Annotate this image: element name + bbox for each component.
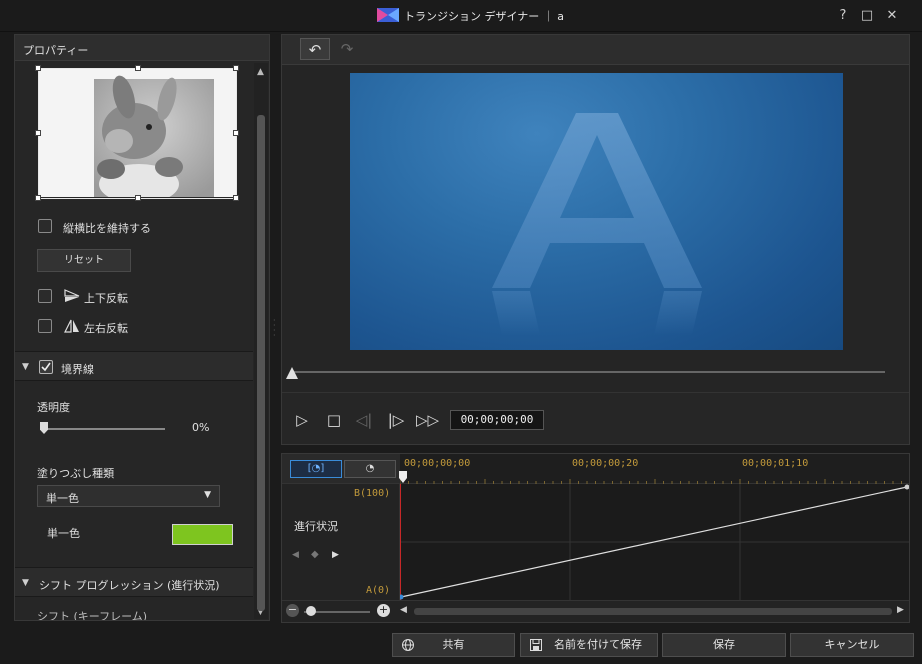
save-as-label: 名前を付けて保存: [554, 638, 642, 651]
tab-clock-selected[interactable]: [◔]: [290, 460, 342, 478]
keyframe-point-start[interactable]: [398, 594, 404, 600]
flip-vertical-checkbox[interactable]: [38, 289, 52, 303]
cancel-button[interactable]: キャンセル: [790, 633, 914, 657]
app-logo-icon: [377, 8, 399, 22]
playback-controls: ▷ □ ◁| |▷ ▷▷ 00;00;00;00: [282, 392, 909, 444]
flip-horizontal-checkbox[interactable]: [38, 319, 52, 333]
chevron-down-icon: ▼: [204, 490, 211, 500]
keyframe-track-header: [◔] ◔ B(100) 進行状況 ◀ ◆ ▶ A(0): [282, 454, 400, 600]
keep-aspect-label: 縦横比を維持する: [63, 222, 151, 235]
play-icon[interactable]: ▷: [292, 410, 312, 430]
resize-handle[interactable]: [233, 65, 239, 71]
opacity-label: 透明度: [37, 401, 70, 414]
single-color-label: 単一色: [47, 527, 80, 540]
scroll-left-icon[interactable]: ◀: [400, 605, 407, 615]
y-axis-bottom-label: A(0): [366, 585, 391, 596]
globe-icon: [402, 639, 414, 651]
progress-label: 進行状況: [294, 520, 338, 533]
window-title: トランジション デザイナー ｜ a: [404, 10, 565, 23]
ruler-tick-label: 00;00;01;10: [742, 458, 809, 469]
previous-keyframe-icon[interactable]: ◀: [292, 550, 299, 560]
preview-scrubber-track[interactable]: [292, 371, 885, 373]
resize-handle[interactable]: [135, 195, 141, 201]
fill-type-dropdown[interactable]: 単一色 ▼: [37, 485, 220, 507]
image-selection-frame[interactable]: [38, 68, 237, 199]
zoom-out-icon[interactable]: −: [286, 604, 299, 617]
opacity-value: 0%: [192, 421, 210, 434]
share-label: 共有: [442, 638, 465, 651]
save-button[interactable]: 保存: [662, 633, 786, 657]
ruler-tick-label: 00;00;00;20: [572, 458, 639, 469]
keyframe-point-end[interactable]: [904, 484, 910, 490]
border-section-label: 境界線: [61, 363, 94, 376]
redo-button[interactable]: ↷: [332, 38, 362, 60]
shift-section-header[interactable]: ▼ シフト プログレッション (進行状況): [15, 567, 253, 597]
flip-horizontal-icon: [64, 319, 79, 333]
properties-header: プロパティー: [15, 35, 269, 61]
undo-button[interactable]: ↶: [300, 38, 330, 60]
splitter-handle[interactable]: · · · ·: [273, 317, 277, 340]
resize-handle[interactable]: [233, 195, 239, 201]
flip-horizontal-label: 左右反転: [84, 322, 128, 335]
flip-vertical-icon: [64, 289, 80, 302]
shift-keyframe-label: シフト (キーフレーム): [37, 610, 148, 621]
properties-panel: プロパティー 縦横比を維持する リセット 上下反転 左右反転 ▼ 境界線 透明度…: [14, 34, 270, 621]
next-keyframe-icon[interactable]: ▶: [332, 550, 339, 560]
previous-frame-icon[interactable]: ◁|: [354, 410, 374, 430]
shift-section-label: シフト プログレッション (進行状況): [39, 579, 220, 592]
share-button[interactable]: 共有: [392, 633, 515, 657]
help-icon[interactable]: ?: [835, 8, 851, 24]
ruler-tick-label: 00;00;00;00: [404, 458, 471, 469]
fast-forward-icon[interactable]: ▷▷: [416, 410, 439, 430]
add-keyframe-icon[interactable]: ◆: [311, 549, 319, 560]
resize-handle[interactable]: [35, 195, 41, 201]
scroll-up-icon[interactable]: ▲: [257, 67, 264, 77]
opacity-slider-thumb[interactable]: [40, 422, 48, 434]
reset-button[interactable]: リセット: [37, 249, 131, 272]
zoom-slider-thumb[interactable]: [306, 606, 316, 616]
collapse-triangle-icon[interactable]: ▼: [22, 578, 29, 588]
resize-handle[interactable]: [135, 65, 141, 71]
scroll-right-icon[interactable]: ▶: [897, 605, 904, 615]
resize-handle[interactable]: [233, 130, 239, 136]
fill-type-label: 塗りつぶし種類: [37, 467, 115, 480]
opacity-slider-track[interactable]: [43, 428, 165, 430]
keyframe-zoom-bar: − + ◀ ▶: [282, 600, 909, 622]
preview-scrubber-thumb[interactable]: [286, 367, 298, 379]
maximize-icon[interactable]: □: [859, 8, 875, 24]
collapse-triangle-icon[interactable]: ▼: [22, 362, 29, 372]
color-swatch[interactable]: [172, 524, 233, 545]
save-as-button[interactable]: 名前を付けて保存: [520, 633, 658, 657]
keep-aspect-checkbox[interactable]: [38, 219, 52, 233]
flip-vertical-label: 上下反転: [84, 292, 128, 305]
keyframe-panel: [◔] ◔ B(100) 進行状況 ◀ ◆ ▶ A(0) 00;00;00;00…: [281, 453, 910, 623]
next-frame-icon[interactable]: |▷: [386, 410, 406, 430]
timeline-horizontal-scrollbar[interactable]: [414, 608, 892, 615]
preview-canvas: [350, 73, 843, 350]
keyframe-graph[interactable]: [398, 484, 910, 600]
timecode-display[interactable]: 00;00;00;00: [450, 410, 544, 430]
tab-clock[interactable]: ◔: [344, 460, 396, 478]
border-checkbox[interactable]: [39, 360, 53, 374]
time-ruler[interactable]: 00;00;00;00 00;00;00;20 00;00;01;10: [398, 454, 909, 484]
resize-handle[interactable]: [35, 130, 41, 136]
title-bar: トランジション デザイナー ｜ a ? □ ✕: [0, 0, 922, 32]
preview-panel: ↶ ↷ ▷ □ ◁| |▷ ▷▷ 00;00;00;00: [281, 34, 910, 445]
preview-toolbar: ↶ ↷: [282, 35, 909, 65]
scrollbar-thumb[interactable]: [257, 115, 265, 611]
preview-letter-graphic: [492, 113, 702, 335]
save-as-icon: [530, 639, 542, 651]
stop-icon[interactable]: □: [324, 410, 344, 430]
playhead-marker-icon[interactable]: [398, 471, 408, 483]
y-axis-top-label: B(100): [354, 488, 391, 499]
border-section-header[interactable]: ▼ 境界線: [15, 351, 253, 381]
zoom-in-icon[interactable]: +: [377, 604, 390, 617]
keyframe-tabs: [◔] ◔: [282, 454, 400, 484]
resize-handle[interactable]: [35, 65, 41, 71]
fill-type-value: 単一色: [46, 492, 79, 505]
close-icon[interactable]: ✕: [884, 8, 900, 24]
